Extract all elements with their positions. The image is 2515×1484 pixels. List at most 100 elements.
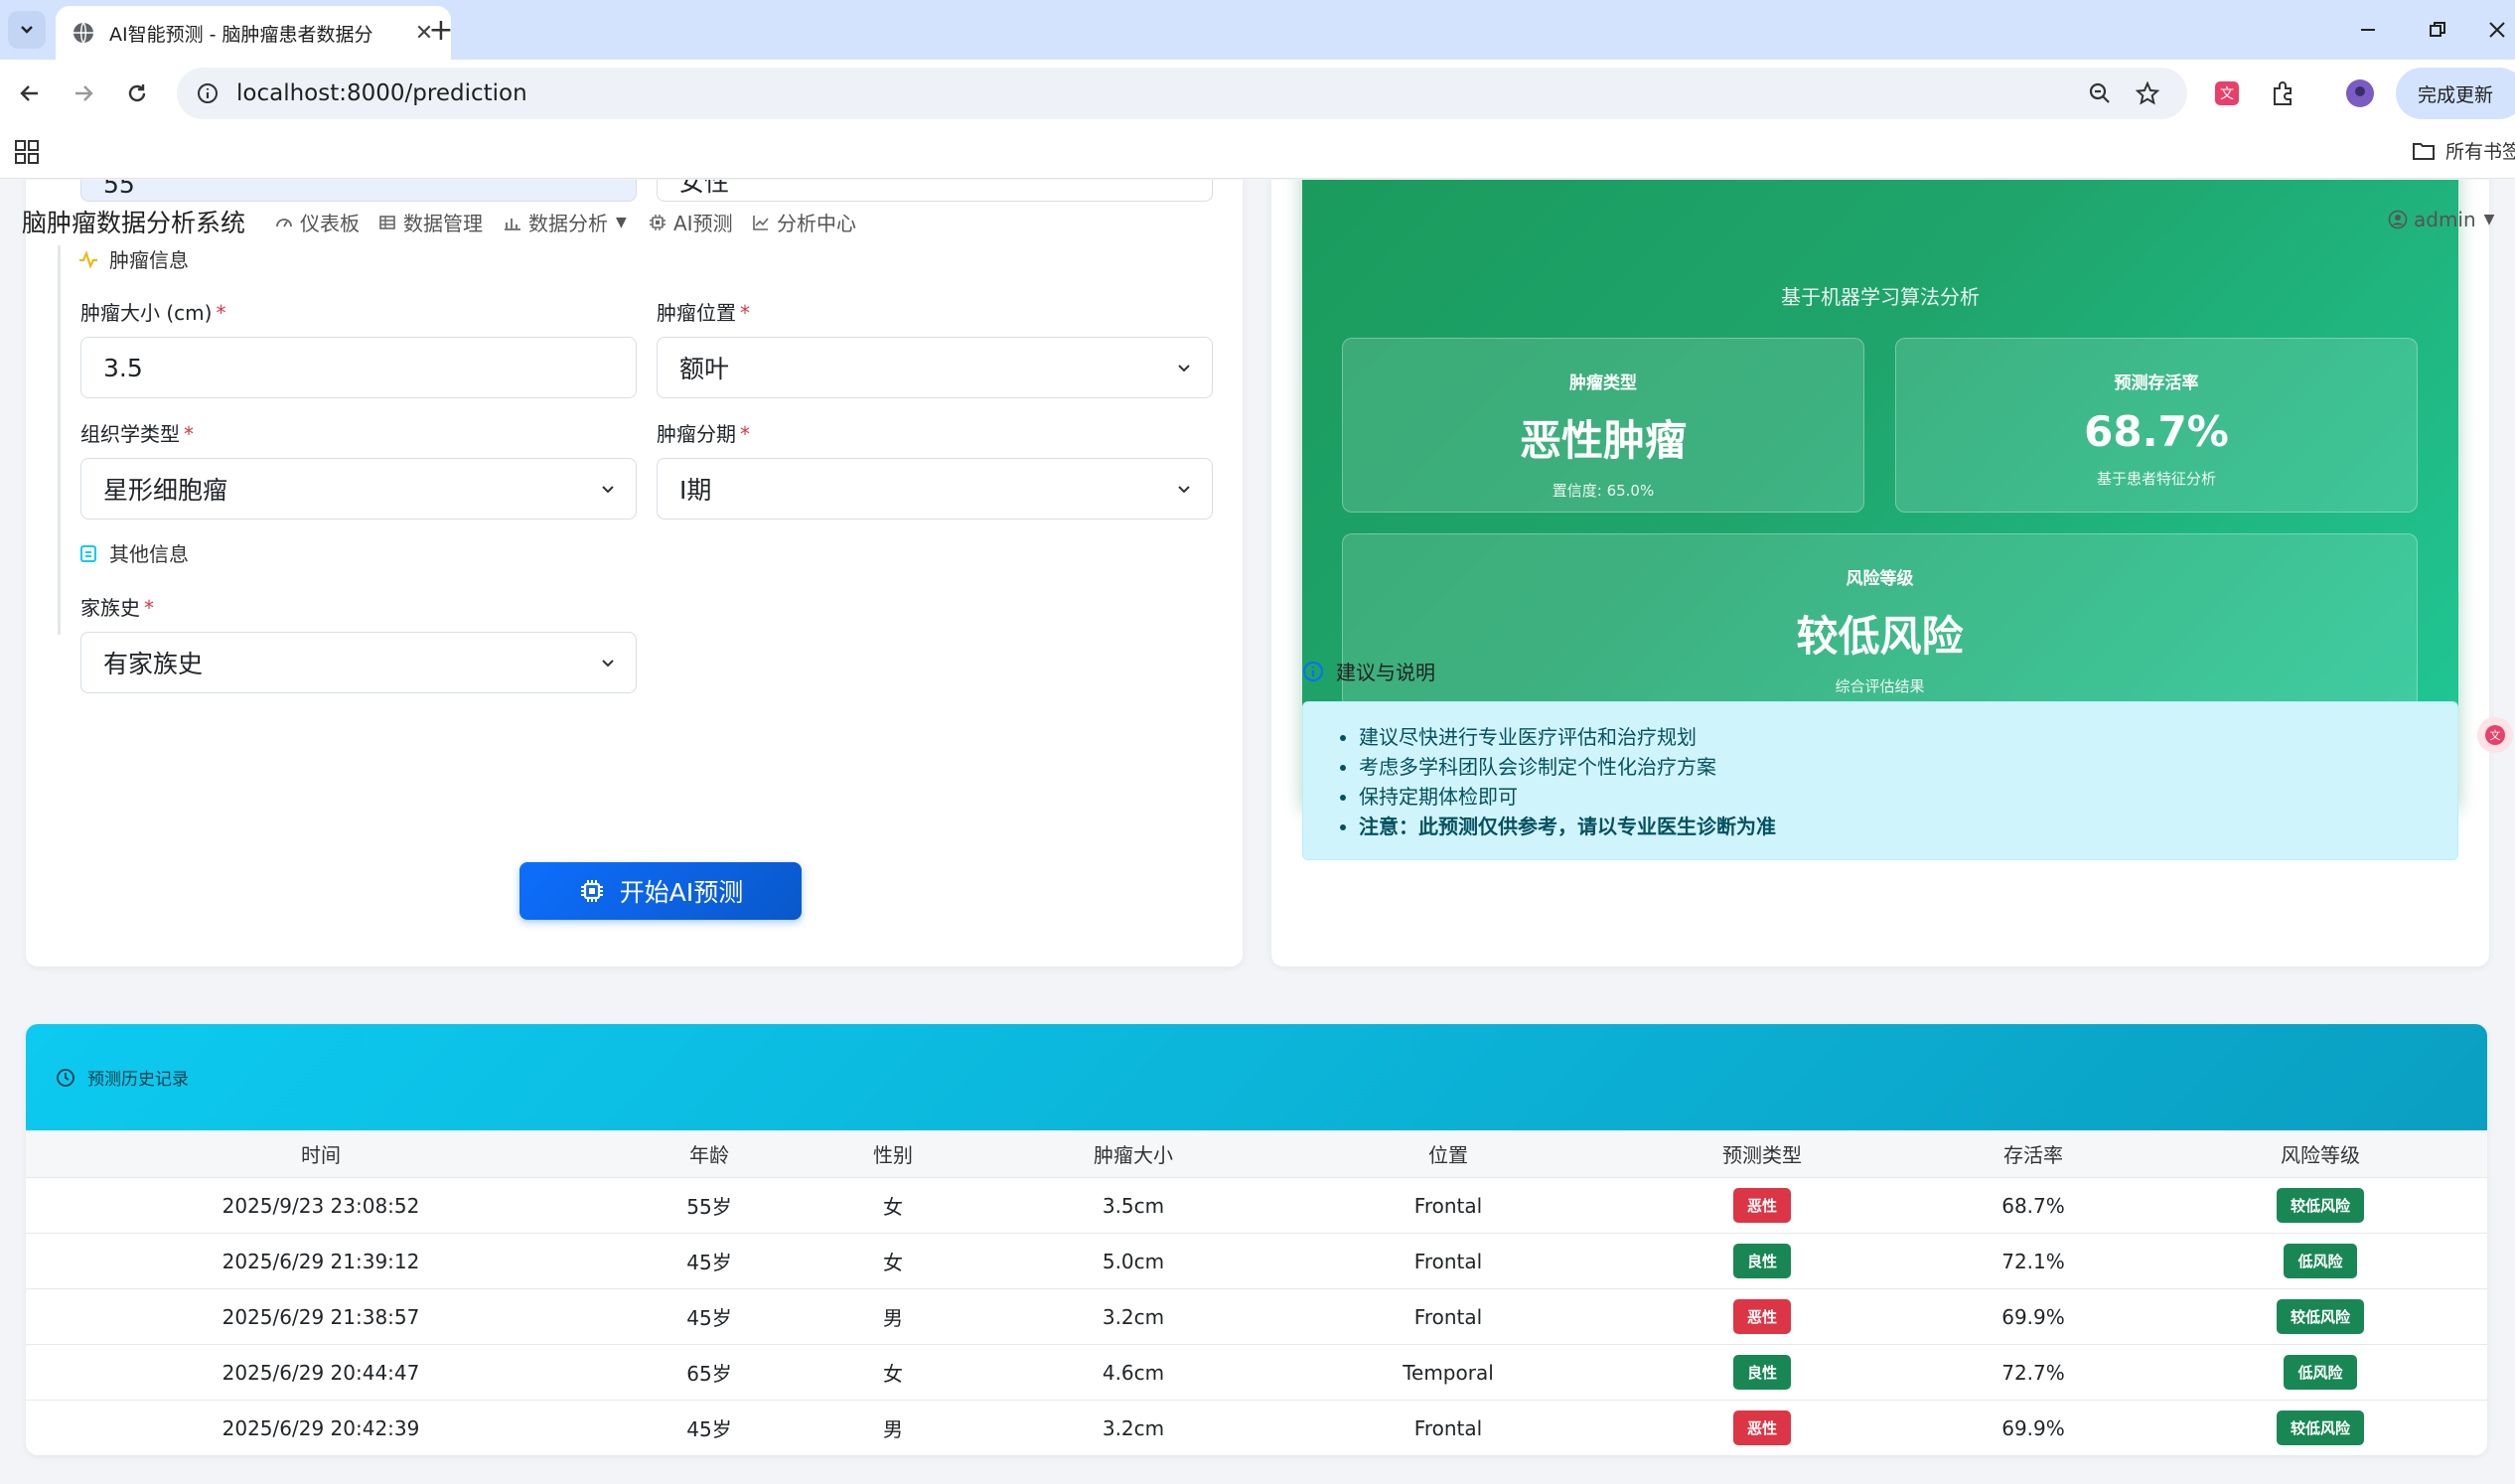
all-bookmarks-button[interactable]: 所有书签 [2412,137,2515,164]
tumor-location-select[interactable]: 额叶 [657,337,1213,398]
chevron-down-icon [21,26,33,34]
caret-down-icon: ▼ [2483,212,2495,227]
tumor-stage-label-text: 肿瘤分期 [657,422,736,446]
histology-label: 组织学类型 * [80,418,194,447]
prediction-history-card: 预测历史记录 时间 年龄 性别 肿瘤大小 位置 预测类型 存活率 风险等级 2025/9/23 … [26,1024,2487,1455]
column-header[interactable]: 时间 [122,1130,519,1177]
table-row: 2025/6/29 21:39:12 45岁 女 5.0cm Frontal 良性 72.1… [26,1234,2487,1289]
app-brand[interactable]: 脑肿瘤数据分析系统 [22,204,245,239]
family-history-label: 家族史 * [80,592,154,621]
nav-item-analysis-center[interactable]: 分析中心 [751,208,856,236]
required-mark: * [740,422,750,446]
table-cell-survival: 68.7% [2001,1193,2065,1218]
nav-item-data-analysis[interactable]: 数据分析 ▼ [503,208,627,236]
address-bar[interactable]: localhost:8000/prediction [177,68,2187,119]
chevron-down-icon [1174,180,1194,185]
site-info-icon[interactable] [193,78,222,108]
prediction-type-badge: 恶性 [1732,1410,1791,1445]
prediction-result-card: 基于机器学习算法分析 肿瘤类型 恶性肿瘤 置信度: 65.0% 预测存活率 68… [1271,180,2489,966]
tumor-stage-select[interactable]: I期 [657,458,1213,519]
profile-avatar[interactable] [2342,75,2378,111]
nav-item-ai-prediction[interactable]: AI预测 [648,208,733,236]
browser-tab-active[interactable]: AI智能预测 - 脑肿瘤患者数据分 ✕ [56,6,451,60]
start-prediction-button[interactable]: 开始AI预测 [519,862,802,920]
forward-button[interactable] [66,75,101,111]
person-circle-icon [2388,210,2408,229]
prediction-type-badge: 恶性 [1732,1299,1791,1334]
tumor-type-label: 肿瘤类型 [1569,373,1637,393]
update-button[interactable]: 完成更新 [2396,68,2515,119]
user-menu[interactable]: admin ▼ [2388,208,2494,231]
minimize-button[interactable] [2348,12,2388,48]
tab-search-button[interactable] [8,11,46,49]
risk-level-badge: 较低风险 [2276,1299,2364,1334]
extensions-icon[interactable] [2265,75,2300,111]
advice-item: 考虑多学科团队会诊制定个性化治疗方案 [1359,752,2457,782]
nav-item-dashboard[interactable]: 仪表板 [274,208,360,236]
clipboard-icon [77,542,99,564]
table-cell-location: Frontal [1413,1415,1483,1440]
table-row: 2025/6/29 20:42:39 45岁 男 3.2cm Frontal 恶性 69.9… [26,1401,2487,1455]
url-text[interactable]: localhost:8000/prediction [236,80,527,106]
age-input[interactable]: 55 [80,180,637,202]
column-header[interactable]: 位置 [1289,1130,1607,1177]
tumor-size-input[interactable]: 3.5 [80,337,637,398]
tumor-type-value: 恶性肿瘤 [1519,416,1687,465]
advice-heading: 建议与说明 [1302,657,1435,685]
page-viewport: 55 女性 肿瘤信息 肿瘤大小 (cm) * 3.5 肿瘤位置 * 额叶 组织学… [0,180,2515,1484]
column-header[interactable]: 存活率 [1924,1130,2143,1177]
result-subtitle: 基于机器学习算法分析 [1781,285,1980,309]
column-header[interactable]: 性别 [814,1130,972,1177]
table-cell-location: Temporal [1403,1360,1494,1385]
table-cell-type: 良性 [1633,1345,1891,1400]
bar-chart-icon [503,213,522,232]
restore-button[interactable] [2418,12,2457,48]
translate-extension-icon[interactable]: 文 [2209,75,2245,111]
table-cell-survival: 72.1% [2001,1249,2065,1273]
column-header[interactable]: 年龄 [620,1130,799,1177]
gender-select[interactable]: 女性 [657,180,1213,202]
table-cell-location: Frontal [1413,1193,1483,1218]
chevron-down-icon [1178,365,1190,372]
tumor-location-label-text: 肿瘤位置 [657,301,736,325]
bookmark-star-icon[interactable] [2132,77,2163,109]
tumor-type-box: 肿瘤类型 恶性肿瘤 置信度: 65.0% [1342,338,1864,513]
tumor-location-label: 肿瘤位置 * [657,297,750,326]
app-navbar: 脑肿瘤数据分析系统 仪表板 数据管理 数据分析 ▼ AI预测 分析中心 admi… [0,202,2515,241]
window-close-button[interactable] [2477,12,2515,48]
browser-toolbar: localhost:8000/prediction 文 完成更新 [0,60,2515,127]
age-value: 55 [103,180,135,199]
new-tab-button[interactable]: + [425,13,457,48]
family-history-select[interactable]: 有家族史 [80,632,637,693]
apps-grid-icon[interactable] [14,139,40,165]
table-cell-risk: 低风险 [2171,1345,2469,1400]
back-button[interactable] [12,75,48,111]
risk-level-badge: 较低风险 [2276,1410,2364,1445]
table-cell-time: 2025/6/29 21:38:57 [222,1304,420,1329]
reload-button[interactable] [119,75,155,111]
table-cell-gender: 男 [883,1306,903,1330]
histology-label-text: 组织学类型 [80,422,180,446]
close-icon [2489,22,2505,38]
table-cell-risk: 低风险 [2171,1234,2469,1288]
table-cell-survival: 69.9% [2001,1304,2065,1329]
table-cell-time: 2025/6/29 20:44:47 [222,1360,420,1385]
risk-level-box: 风险等级 较低风险 综合评估结果 [1342,533,2418,708]
zoom-icon[interactable] [2084,77,2116,109]
histology-select[interactable]: 星形细胞瘤 [80,458,637,519]
translate-float-button[interactable]: 文 [2477,717,2513,753]
required-mark: * [184,422,194,446]
table-cell-risk: 较低风险 [2171,1178,2469,1233]
section-divider [58,245,61,635]
column-header[interactable]: 风险等级 [2171,1130,2469,1177]
survival-rate-value: 68.7% [2084,407,2229,456]
column-header[interactable]: 肿瘤大小 [1024,1130,1243,1177]
arrow-left-icon [20,85,38,101]
svg-text:文: 文 [2220,86,2234,102]
cpu-icon [648,213,667,232]
start-prediction-label: 开始AI预测 [619,878,744,907]
column-header[interactable]: 预测类型 [1633,1130,1891,1177]
cpu-icon [580,880,603,902]
required-mark: * [216,301,226,325]
nav-item-data-management[interactable]: 数据管理 [377,208,483,236]
